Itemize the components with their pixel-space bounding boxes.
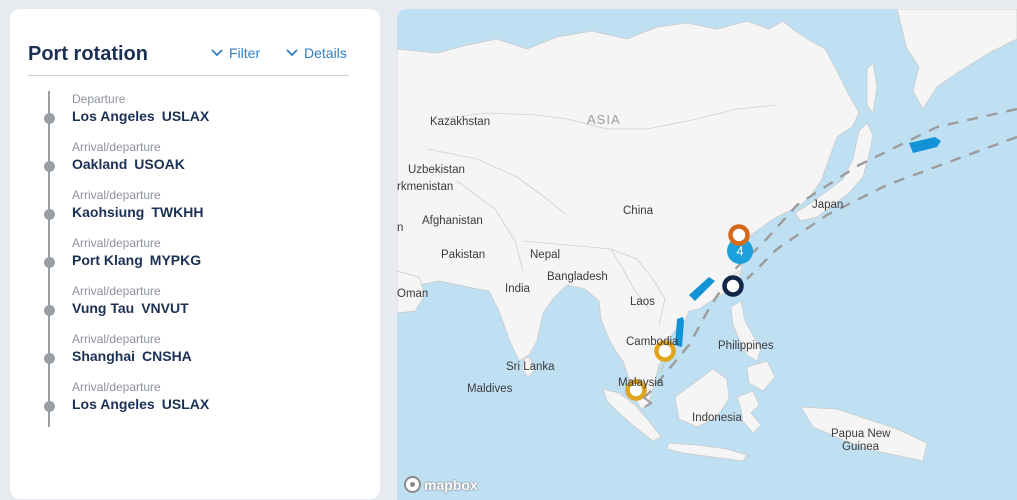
- stop-port: Los Angeles USLAX: [72, 108, 209, 124]
- port-stop-item[interactable]: Arrival/departure Port Klang MYPKG: [44, 235, 366, 283]
- port-code: CNSHA: [142, 348, 192, 364]
- port-stop-item[interactable]: Departure Los Angeles USLAX: [44, 91, 366, 139]
- stop-port: Los Angeles USLAX: [72, 396, 209, 412]
- map-label-maldives: Maldives: [467, 383, 513, 395]
- details-label: Details: [304, 45, 347, 61]
- port-stop-item[interactable]: Arrival/departure Los Angeles USLAX: [44, 379, 366, 427]
- port-code: USOAK: [134, 156, 185, 172]
- map-label-oman: Oman: [397, 288, 428, 300]
- map-label-turkmenistan: rkmenistan: [397, 181, 453, 193]
- stop-port: Port Klang MYPKG: [72, 252, 201, 268]
- timeline-dot: [44, 401, 55, 412]
- stop-kind: Arrival/departure: [72, 236, 161, 250]
- port-code: USLAX: [161, 108, 210, 124]
- map-label-japan: Japan: [812, 199, 843, 211]
- port-name: Oakland: [72, 156, 128, 172]
- port-name: Los Angeles: [72, 108, 155, 124]
- stop-port: Vung Tau VNVUT: [72, 300, 189, 316]
- stop-port: Kaohsiung TWKHH: [72, 204, 203, 220]
- map-label-afghanistan: Afghanistan: [422, 215, 483, 227]
- mapbox-attribution[interactable]: mapbox: [404, 476, 478, 493]
- map-label-uzbekistan: Uzbekistan: [408, 164, 465, 176]
- timeline-dot: [44, 257, 55, 268]
- filter-button[interactable]: Filter: [210, 45, 260, 61]
- map-label-sri-lanka: Sri Lanka: [506, 361, 555, 373]
- port-code: MYPKG: [149, 252, 202, 268]
- stop-kind: Arrival/departure: [72, 188, 161, 202]
- stop-kind: Arrival/departure: [72, 332, 161, 346]
- port-rotation-panel: Port rotation Filter Details Departure L…: [10, 9, 380, 499]
- map-label-bangladesh: Bangladesh: [547, 271, 608, 283]
- route-map[interactable]: 4 ASIA Kazakhstan Uzbekistan rkmenistan …: [397, 9, 1017, 500]
- map-label-nepal: Nepal: [530, 249, 560, 261]
- map-label-malaysia: Malaysia: [618, 377, 664, 389]
- port-code: USLAX: [161, 396, 210, 412]
- port-name: Los Angeles: [72, 396, 155, 412]
- port-stop-item[interactable]: Arrival/departure Vung Tau VNVUT: [44, 283, 366, 331]
- map-label-papua-new-guinea-2: Guinea: [842, 441, 880, 453]
- timeline-dot: [44, 113, 55, 124]
- map-label-india: India: [505, 283, 531, 295]
- mapbox-wordmark: mapbox: [424, 476, 478, 493]
- stop-kind: Arrival/departure: [72, 380, 161, 394]
- port-name: Shanghai: [72, 348, 136, 364]
- port-marker-shanghai[interactable]: [728, 224, 750, 246]
- map-label-kazakhstan: Kazakhstan: [430, 116, 490, 128]
- port-name: Kaohsiung: [72, 204, 145, 220]
- details-button[interactable]: Details: [285, 45, 347, 61]
- chevron-down-icon: [286, 49, 298, 57]
- port-stop-item[interactable]: Arrival/departure Oakland USOAK: [44, 139, 366, 187]
- port-stop-item[interactable]: Arrival/departure Kaohsiung TWKHH: [44, 187, 366, 235]
- stop-port: Oakland USOAK: [72, 156, 185, 172]
- port-name: Port Klang: [72, 252, 143, 268]
- port-code: VNVUT: [141, 300, 189, 316]
- map-label-indonesia: Indonesia: [692, 412, 742, 424]
- panel-header: Port rotation Filter Details: [28, 39, 349, 76]
- port-marker-kaohsiung[interactable]: [722, 275, 744, 297]
- map-label-asia: ASIA: [587, 112, 621, 127]
- cluster-count: 4: [736, 244, 743, 259]
- map-label-philippines: Philippines: [718, 340, 774, 352]
- port-stop-item[interactable]: Arrival/departure Shanghai CNSHA: [44, 331, 366, 379]
- map-label-iran: n: [397, 222, 403, 234]
- timeline-dot: [44, 161, 55, 172]
- stop-kind: Arrival/departure: [72, 140, 161, 154]
- map-label-papua-new-guinea-1: Papua New: [831, 428, 891, 440]
- panel-title: Port rotation: [28, 43, 148, 65]
- timeline-dot: [44, 353, 55, 364]
- map-label-laos: Laos: [630, 296, 655, 308]
- map-label-cambodia: Cambodia: [626, 336, 679, 348]
- stop-port: Shanghai CNSHA: [72, 348, 192, 364]
- filter-label: Filter: [229, 45, 261, 61]
- port-name: Vung Tau: [72, 300, 135, 316]
- port-code: TWKHH: [151, 204, 204, 220]
- chevron-down-icon: [211, 49, 223, 57]
- mapbox-logo-icon: [404, 476, 421, 493]
- timeline-dot: [44, 209, 55, 220]
- map-label-china: China: [623, 205, 654, 217]
- stop-kind: Arrival/departure: [72, 284, 161, 298]
- map-canvas[interactable]: 4 ASIA Kazakhstan Uzbekistan rkmenistan …: [397, 9, 1017, 500]
- map-label-pakistan: Pakistan: [441, 249, 485, 261]
- stop-kind: Departure: [72, 92, 126, 106]
- timeline-dot: [44, 305, 55, 316]
